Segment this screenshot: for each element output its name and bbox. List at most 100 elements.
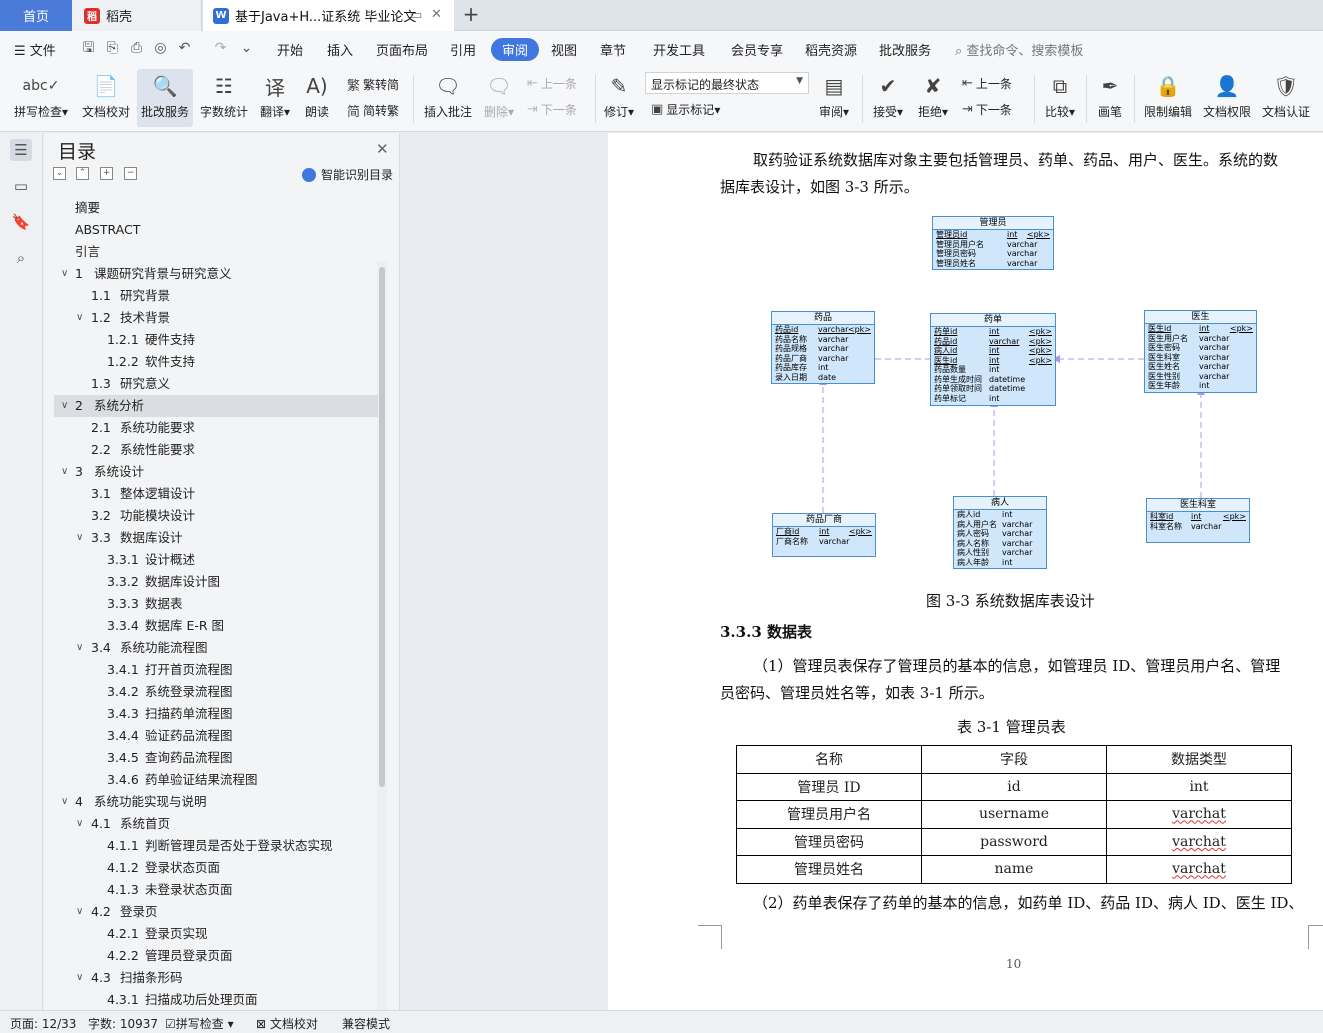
- toc-item[interactable]: 1.1 研究背景: [54, 285, 378, 307]
- save-icon[interactable]: 🖫: [80, 40, 97, 57]
- toc-item[interactable]: 2.1 系统功能要求: [54, 417, 378, 439]
- chevron-down-icon[interactable]: ∨: [76, 813, 83, 835]
- menu-daoke-resources[interactable]: 稻壳资源: [805, 40, 857, 59]
- toc-item[interactable]: 4.2.1 登录页实现: [54, 923, 378, 945]
- toc-item[interactable]: 1.2.1 硬件支持: [54, 329, 378, 351]
- document-certify-button[interactable]: 🛡 文档认证: [1258, 69, 1314, 127]
- toc-item[interactable]: ∨ 3.4 系统功能流程图: [54, 637, 378, 659]
- chevron-down-icon[interactable]: ∨: [76, 967, 83, 989]
- chevron-down-icon[interactable]: ∨: [61, 461, 68, 483]
- menu-review-service[interactable]: 批改服务: [879, 40, 931, 59]
- toc-item[interactable]: 3.1 整体逻辑设计: [54, 483, 378, 505]
- toc-item[interactable]: 3.3.3 数据表: [54, 593, 378, 615]
- menu-references[interactable]: 引用: [450, 40, 476, 59]
- toc-view-icon[interactable]: ☰: [10, 139, 32, 161]
- compare-button[interactable]: ⧉ 比较▾: [1040, 69, 1080, 127]
- document-page[interactable]: 取药验证系统数据库对象主要包括管理员、药单、药品、用户、医生。系统的数 据库表设…: [608, 133, 1323, 1010]
- review-pane-button[interactable]: ▤ 审阅▾: [815, 69, 853, 127]
- document-proof-button[interactable]: 📄 文档校对: [78, 69, 134, 127]
- chevron-down-icon[interactable]: ∨: [76, 901, 83, 923]
- smart-toc-button[interactable]: 智能识别目录: [302, 166, 393, 183]
- toc-item[interactable]: 4.3.1 扫描成功后处理页面: [54, 989, 378, 1010]
- restrict-editing-button[interactable]: 🔒 限制编辑: [1140, 69, 1196, 127]
- insert-comment-button[interactable]: 🗨 插入批注: [420, 69, 476, 127]
- chevron-down-icon[interactable]: ∨: [61, 791, 68, 813]
- toc-item[interactable]: 3.4.5 查询药品流程图: [54, 747, 378, 769]
- toc-item[interactable]: 4.2.2 管理员登录页面: [54, 945, 378, 967]
- expand-all-icon[interactable]: ⌃: [76, 167, 89, 180]
- pen-button[interactable]: ✒ 画笔: [1092, 69, 1128, 127]
- toc-item[interactable]: ∨ 4.1 系统首页: [54, 813, 378, 835]
- prev-comment-button[interactable]: ⇤ 上一条: [527, 75, 577, 92]
- delete-comment-button[interactable]: 🗨 删除▾: [480, 69, 518, 127]
- file-menu[interactable]: ☰ 文件: [14, 40, 56, 59]
- toc-item[interactable]: 4.1.3 未登录状态页面: [54, 879, 378, 901]
- tab-document[interactable]: W 基于Java+H...证系统 毕业论文 ▭ ✕: [203, 0, 454, 31]
- proof-status[interactable]: ⊠ 文档校对: [256, 1015, 318, 1032]
- spelling-error-mark[interactable]: varchat: [1172, 834, 1226, 850]
- toc-item[interactable]: 3.4.1 打开首页流程图: [54, 659, 378, 681]
- toc-item[interactable]: ∨ 2 系统分析: [54, 395, 378, 417]
- accept-button[interactable]: ✔ 接受▾: [868, 69, 908, 127]
- chevron-down-icon[interactable]: ∨: [76, 527, 83, 549]
- document-permission-button[interactable]: 👤 文档权限: [1199, 69, 1255, 127]
- command-search[interactable]: ⌕ 查找命令、搜索模板: [955, 40, 1083, 59]
- toc-item[interactable]: ∨ 3 系统设计: [54, 461, 378, 483]
- track-changes-button[interactable]: ✎ 修订▾: [600, 69, 638, 127]
- next-comment-button[interactable]: ⇥ 下一条: [527, 101, 577, 118]
- spell-check-status[interactable]: ☑拼写检查 ▾: [165, 1015, 234, 1032]
- menu-chapter[interactable]: 章节: [600, 40, 626, 59]
- admin-table[interactable]: 名称 字段 数据类型 管理员 ID id int 管理员用户名 username…: [736, 745, 1292, 884]
- toc-item[interactable]: ∨ 4 系统功能实现与说明: [54, 791, 378, 813]
- collapse-all-icon[interactable]: ⌄: [53, 167, 66, 180]
- tab-home[interactable]: 首页: [0, 0, 72, 31]
- menu-page-layout[interactable]: 页面布局: [376, 40, 428, 59]
- chevron-down-icon[interactable]: ∨: [76, 637, 83, 659]
- spelling-error-mark[interactable]: varchat: [1172, 861, 1226, 877]
- toc-item[interactable]: 4.1.2 登录状态页面: [54, 857, 378, 879]
- toc-item[interactable]: 引言: [54, 241, 378, 263]
- prev-change-button[interactable]: ⇤ 上一条: [962, 75, 1012, 92]
- toc-item[interactable]: ∨ 3.3 数据库设计: [54, 527, 378, 549]
- add-heading-icon[interactable]: +: [100, 167, 113, 180]
- toc-item[interactable]: 1.3 研究意义: [54, 373, 378, 395]
- menu-review[interactable]: 审阅: [491, 38, 540, 61]
- to-traditional-button[interactable]: 繁繁转简: [347, 75, 399, 94]
- toc-item[interactable]: 3.3.4 数据库 E-R 图: [54, 615, 378, 637]
- export-pdf-icon[interactable]: ⎘: [104, 40, 121, 57]
- close-icon[interactable]: ✕: [376, 140, 389, 158]
- show-markup-button[interactable]: ▣ 显示标记 ▾: [651, 101, 720, 118]
- toc-item[interactable]: ABSTRACT: [54, 219, 378, 241]
- to-simplified-button[interactable]: 简简转繁: [347, 101, 399, 120]
- page-indicator[interactable]: 页面: 12/33: [10, 1015, 76, 1032]
- spelling-error-mark[interactable]: varchat: [1172, 806, 1226, 822]
- toc-item[interactable]: 1.2.2 软件支持: [54, 351, 378, 373]
- chevron-down-icon[interactable]: ∨: [76, 307, 83, 329]
- reject-button[interactable]: ✘ 拒绝▾: [913, 69, 953, 127]
- chevron-down-icon[interactable]: ∨: [61, 263, 68, 285]
- translate-button[interactable]: 译 翻译▾: [255, 69, 295, 127]
- spell-check-button[interactable]: abc✓ 拼写检查▾: [8, 69, 74, 127]
- chevron-down-icon[interactable]: ∨: [61, 395, 68, 417]
- new-tab-button[interactable]: +: [460, 4, 482, 26]
- toc-item[interactable]: 2.2 系统性能要求: [54, 439, 378, 461]
- print-preview-icon[interactable]: ◎: [152, 40, 169, 57]
- toc-item[interactable]: ∨ 1.2 技术背景: [54, 307, 378, 329]
- toc-item[interactable]: 摘要: [54, 197, 378, 219]
- print-icon[interactable]: ⎙: [128, 40, 145, 57]
- toc-item[interactable]: 3.4.3 扫描药单流程图: [54, 703, 378, 725]
- menu-view[interactable]: 视图: [551, 40, 577, 59]
- tab-daoke[interactable]: 稻 稻壳: [72, 0, 202, 31]
- redo-icon[interactable]: ↷: [212, 40, 229, 57]
- toc-item[interactable]: 4.1.1 判断管理员是否处于登录状态实现: [54, 835, 378, 857]
- close-icon[interactable]: ✕: [431, 7, 442, 22]
- menu-start[interactable]: 开始: [277, 40, 303, 59]
- toc-item[interactable]: 3.4.4 验证药品流程图: [54, 725, 378, 747]
- toc-item[interactable]: ∨ 4.3 扫描条形码: [54, 967, 378, 989]
- markup-state-select[interactable]: 显示标记的最终状态 ▼: [645, 72, 809, 94]
- bookmark-icon[interactable]: 🔖: [10, 211, 32, 233]
- review-service-button[interactable]: 🔍 批改服务: [137, 69, 193, 127]
- search-icon[interactable]: ⌕: [10, 247, 32, 269]
- toc-item[interactable]: 3.3.2 数据库设计图: [54, 571, 378, 593]
- read-aloud-button[interactable]: A) 朗读: [300, 69, 334, 127]
